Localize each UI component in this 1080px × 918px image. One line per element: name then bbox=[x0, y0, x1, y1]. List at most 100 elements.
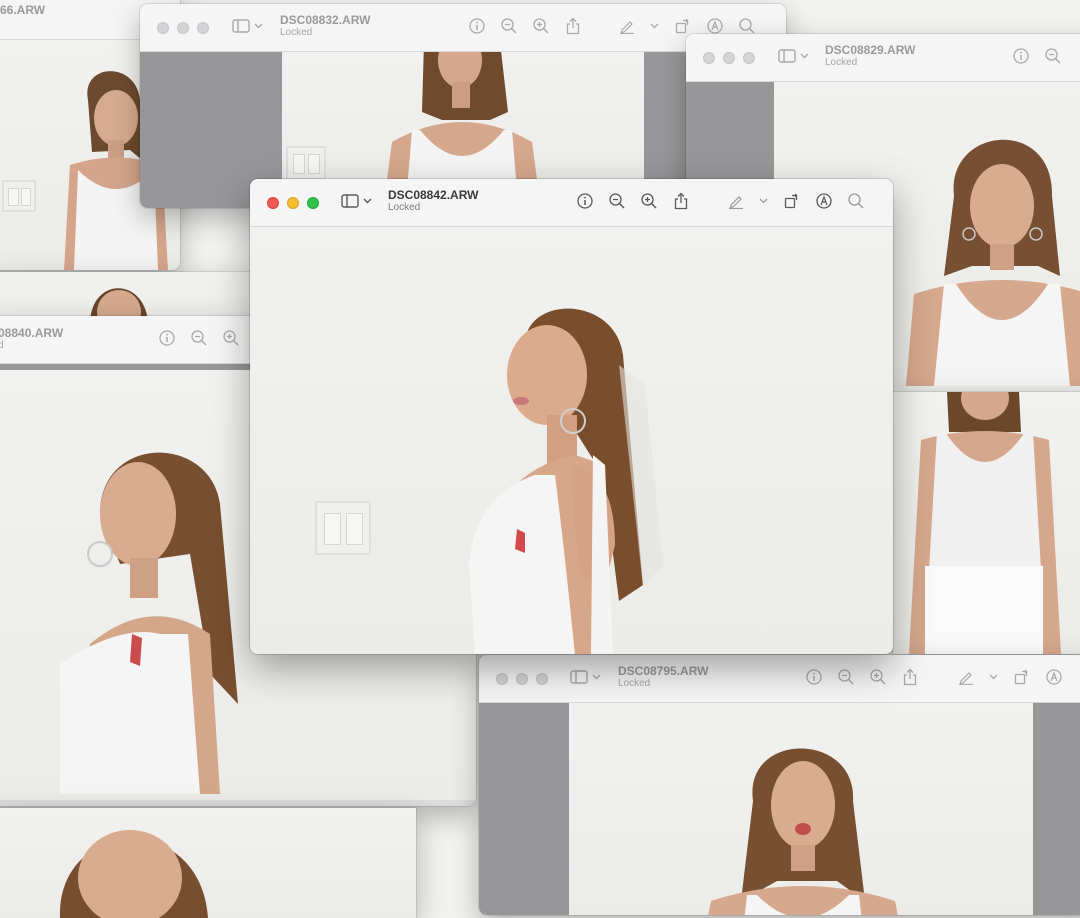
traffic-lights bbox=[267, 197, 319, 209]
share-button[interactable] bbox=[564, 17, 582, 35]
close-button[interactable] bbox=[157, 22, 169, 34]
zoom-in-button[interactable] bbox=[869, 668, 887, 686]
markup-pen-icon bbox=[729, 196, 743, 209]
zoom-button[interactable] bbox=[197, 22, 209, 34]
portrait-photo bbox=[906, 139, 1080, 386]
markup-menu-button[interactable] bbox=[650, 17, 660, 35]
annotate-button[interactable] bbox=[1045, 668, 1063, 686]
sidebar-toggle[interactable] bbox=[341, 194, 372, 208]
chevron-down-icon bbox=[363, 198, 372, 204]
search-button[interactable] bbox=[738, 17, 756, 35]
share-button[interactable] bbox=[901, 668, 919, 686]
share-button[interactable] bbox=[672, 192, 690, 210]
zoom-in-button[interactable] bbox=[222, 329, 240, 347]
wall-outlet bbox=[315, 501, 371, 555]
chevron-down-icon bbox=[592, 674, 601, 680]
portrait-photo bbox=[909, 392, 1061, 654]
photo bbox=[569, 703, 1033, 915]
zoom-in-button[interactable] bbox=[532, 17, 550, 35]
close-button[interactable] bbox=[496, 673, 508, 685]
info-icon bbox=[469, 18, 485, 34]
zoom-out-button[interactable] bbox=[190, 329, 208, 347]
preview-window-08842[interactable]: DSC08842.ARW Locked bbox=[250, 179, 893, 654]
annotate-icon bbox=[1046, 669, 1062, 685]
markup-menu-button[interactable] bbox=[989, 668, 999, 686]
window-toolbar: DSC08795.ARW Locked bbox=[479, 655, 1080, 703]
lock-status: Locked bbox=[388, 202, 421, 214]
info-button[interactable] bbox=[468, 17, 486, 35]
sidebar-toggle[interactable] bbox=[570, 670, 601, 684]
search-icon bbox=[848, 193, 864, 209]
traffic-lights bbox=[157, 22, 209, 34]
markup-button[interactable] bbox=[957, 668, 975, 686]
search-button[interactable] bbox=[847, 192, 865, 210]
window-toolbar: DSC08842.ARW Locked bbox=[250, 179, 893, 227]
zoom-out-icon bbox=[191, 330, 207, 346]
zoom-in-button[interactable] bbox=[640, 192, 658, 210]
rotate-button[interactable] bbox=[674, 17, 692, 35]
preview-window-08795: DSC08795.ARW Locked bbox=[479, 655, 1080, 915]
zoom-in-icon bbox=[223, 330, 239, 346]
photo bbox=[893, 392, 1080, 654]
zoom-out-icon bbox=[838, 669, 854, 685]
markup-button[interactable] bbox=[618, 17, 636, 35]
info-button[interactable] bbox=[158, 329, 176, 347]
annotate-button[interactable] bbox=[706, 17, 724, 35]
zoom-button[interactable] bbox=[743, 52, 755, 64]
zoom-out-button[interactable] bbox=[608, 192, 626, 210]
sidebar-toggle[interactable] bbox=[232, 19, 263, 33]
portrait-photo bbox=[59, 830, 208, 918]
window-title: DSC08829.ARW bbox=[825, 43, 916, 57]
zoom-out-icon bbox=[1045, 48, 1061, 64]
search-icon bbox=[739, 18, 755, 34]
zoom-in-icon bbox=[533, 18, 549, 34]
sidebar-icon bbox=[232, 19, 250, 33]
info-button[interactable] bbox=[1012, 47, 1030, 65]
close-button[interactable] bbox=[703, 52, 715, 64]
share-icon bbox=[566, 17, 580, 35]
close-button[interactable] bbox=[267, 197, 279, 209]
chevron-down-icon bbox=[989, 674, 998, 680]
rotate-button[interactable] bbox=[1013, 668, 1031, 686]
zoom-button[interactable] bbox=[307, 197, 319, 209]
zoom-out-button[interactable] bbox=[837, 668, 855, 686]
info-button[interactable] bbox=[576, 192, 594, 210]
rotate-icon bbox=[784, 193, 798, 209]
image-area bbox=[893, 392, 1080, 654]
zoom-button[interactable] bbox=[536, 673, 548, 685]
lock-status: Locked bbox=[825, 57, 858, 69]
markup-button[interactable] bbox=[727, 192, 745, 210]
window-toolbar: DSC08829.ARW Locked bbox=[686, 34, 1080, 82]
zoom-out-button[interactable] bbox=[500, 17, 518, 35]
minimize-button[interactable] bbox=[177, 22, 189, 34]
lock-status: d bbox=[0, 340, 4, 352]
rotate-icon bbox=[1014, 669, 1028, 685]
share-icon bbox=[674, 192, 688, 210]
sidebar-icon bbox=[570, 670, 588, 684]
image-area bbox=[0, 808, 416, 918]
backdrop-gray bbox=[479, 703, 569, 915]
lock-status: Locked bbox=[280, 27, 313, 39]
minimize-button[interactable] bbox=[287, 197, 299, 209]
chevron-down-icon bbox=[759, 198, 768, 204]
sidebar-toggle[interactable] bbox=[778, 49, 809, 63]
traffic-lights bbox=[496, 673, 548, 685]
markup-menu-button[interactable] bbox=[759, 192, 769, 210]
info-button[interactable] bbox=[805, 668, 823, 686]
portrait-photo bbox=[469, 308, 663, 654]
annotate-button[interactable] bbox=[815, 192, 833, 210]
chevron-down-icon bbox=[800, 53, 809, 59]
info-icon bbox=[1013, 48, 1029, 64]
photo bbox=[250, 227, 893, 654]
minimize-button[interactable] bbox=[516, 673, 528, 685]
annotate-icon bbox=[707, 18, 723, 34]
markup-pen-icon bbox=[959, 672, 973, 685]
preview-window-partial bbox=[893, 392, 1080, 654]
markup-pen-icon bbox=[620, 21, 634, 34]
rotate-button[interactable] bbox=[783, 192, 801, 210]
info-icon bbox=[577, 193, 593, 209]
minimize-button[interactable] bbox=[723, 52, 735, 64]
sidebar-icon bbox=[778, 49, 796, 63]
zoom-out-button[interactable] bbox=[1044, 47, 1062, 65]
backdrop-gray bbox=[1033, 703, 1080, 915]
